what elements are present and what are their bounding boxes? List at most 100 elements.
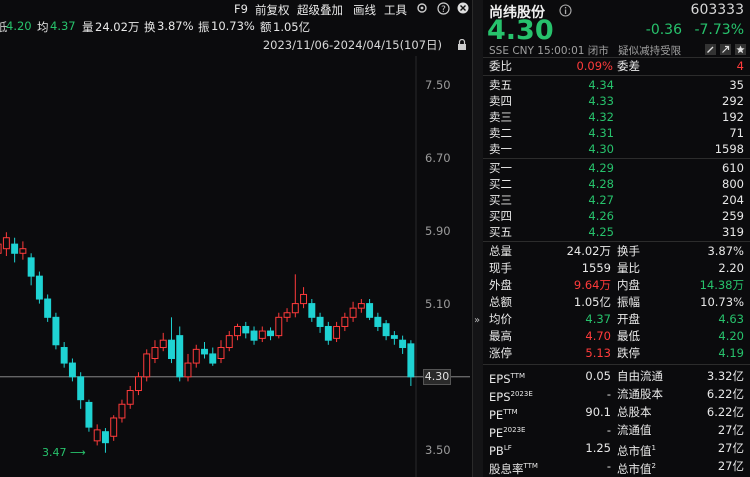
candle-body	[176, 335, 184, 378]
candle-body	[44, 298, 52, 318]
stat-value: 24.02万	[566, 244, 611, 258]
divider	[483, 241, 750, 242]
vol-label: 量	[82, 20, 94, 34]
stat-label: 开盘	[617, 312, 640, 326]
f9-button[interactable]: F9	[234, 2, 248, 16]
amt-label: 额	[260, 20, 272, 34]
candle-body	[101, 431, 109, 444]
lock-icon[interactable]	[456, 39, 468, 50]
y-tick: 6.70	[425, 151, 451, 165]
stat-label: 外盘	[489, 278, 512, 292]
ask-volume: 192	[722, 110, 744, 124]
fund-label: 总市值1	[617, 443, 656, 458]
candle-body	[68, 362, 76, 378]
chevron-right-icon: »	[474, 315, 481, 326]
price-change-pct: -7.73%	[694, 22, 744, 38]
ask-row[interactable]: 卖四 4.33 292	[489, 93, 744, 109]
fund-row: PETTM 90.1 总股本 6.22亿	[489, 404, 744, 422]
stat-value: 4.63	[718, 312, 744, 326]
amp-label: 振	[198, 20, 210, 34]
stat-value: 1.05亿	[573, 295, 611, 309]
svg-text:?: ?	[441, 5, 446, 15]
candle-body	[192, 348, 200, 364]
ask-row[interactable]: 卖三 4.32 192	[489, 109, 744, 125]
fund-value: 0.05	[585, 369, 611, 383]
bid-row[interactable]: 买五 4.25 319	[489, 224, 744, 240]
edit-icon[interactable]	[705, 44, 716, 55]
candle-body	[225, 335, 233, 349]
fund-row: EPSTTM 0.05 自由流通 3.32亿	[489, 368, 744, 386]
star-icon[interactable]	[735, 44, 746, 55]
quote-time: 15:00:01	[537, 45, 585, 57]
share-icon[interactable]	[720, 44, 731, 55]
stat-label: 振幅	[617, 295, 640, 309]
stat-value: 3.87%	[707, 244, 744, 258]
candle-body	[250, 330, 258, 341]
fund-value: 3.32亿	[706, 369, 744, 383]
candle-body	[77, 376, 85, 401]
ask-label: 卖二	[489, 126, 512, 140]
fund-row: PBLF 1.25 总市值1 27亿	[489, 440, 744, 458]
bid-price: 4.25	[588, 225, 614, 239]
bid-price: 4.29	[588, 161, 614, 175]
candle-body	[267, 330, 275, 337]
close-icon[interactable]	[457, 2, 469, 14]
stat-label: 换手	[617, 244, 640, 258]
fund-value: -	[606, 387, 611, 401]
turnover-value: 3.87%	[157, 19, 194, 33]
y-tick: 5.10	[425, 297, 451, 311]
stat-value: 5.13	[585, 346, 611, 360]
candle-body	[357, 303, 365, 309]
ask-price: 4.33	[588, 94, 614, 108]
kline-chart[interactable]	[0, 0, 472, 477]
candle-body	[143, 353, 151, 378]
info-icon[interactable]	[559, 4, 572, 17]
y-tick: 5.90	[425, 224, 451, 238]
candle-body	[283, 312, 291, 318]
ask-volume: 71	[729, 126, 744, 140]
stat-label: 最低	[617, 329, 640, 343]
candle-body	[300, 293, 308, 305]
order-ratio-row: 委比 0.09% 委差 4	[489, 58, 744, 74]
ask-row[interactable]: 卖五 4.34 35	[489, 77, 744, 93]
avg-label: 均	[37, 20, 49, 34]
bid-price: 4.26	[588, 209, 614, 223]
order-diff-label: 委差	[617, 59, 640, 73]
draw-line-button[interactable]: 画线	[353, 2, 376, 18]
bid-row[interactable]: 买三 4.27 204	[489, 192, 744, 208]
fund-row: PE2023E - 流通值 27亿	[489, 422, 744, 440]
fund-label: PETTM	[489, 407, 518, 422]
bid-label: 买五	[489, 225, 512, 239]
bid-row[interactable]: 买二 4.28 800	[489, 176, 744, 192]
overlay-button[interactable]: 超级叠加	[297, 2, 343, 18]
bid-row[interactable]: 买四 4.26 259	[489, 208, 744, 224]
candle-body	[2, 237, 10, 250]
bid-volume: 800	[722, 177, 744, 191]
bid-price: 4.27	[588, 193, 614, 207]
fund-value: -	[606, 459, 611, 473]
divider	[483, 75, 750, 76]
date-range-label[interactable]: 2023/11/06-2024/04/15(107日)	[263, 37, 442, 53]
bid-price: 4.28	[588, 177, 614, 191]
ask-label: 卖三	[489, 110, 512, 124]
ask-row[interactable]: 卖一 4.30 1598	[489, 141, 744, 157]
order-ratio-value: 0.09%	[576, 59, 613, 73]
ask-price: 4.32	[588, 110, 614, 124]
adjust-button[interactable]: 前复权	[255, 2, 290, 18]
ask-volume: 1598	[714, 142, 744, 156]
bid-row[interactable]: 买一 4.29 610	[489, 160, 744, 176]
tools-button[interactable]: 工具	[384, 2, 407, 18]
kline-chart-pane[interactable]: F9 前复权 超级叠加 画线 工具 ? 低 4.20 均 4.37 量 24.0…	[0, 0, 472, 477]
help-icon[interactable]: ?	[437, 2, 450, 15]
fund-label: 总市值2	[617, 461, 656, 476]
candle-body	[291, 303, 299, 314]
candle-body	[390, 335, 398, 339]
divider	[483, 158, 750, 159]
stats-row: 最高 4.70 最低 4.20	[489, 328, 744, 344]
fund-label: PBLF	[489, 443, 512, 458]
gear-icon[interactable]	[416, 2, 428, 14]
ask-row[interactable]: 卖二 4.31 71	[489, 125, 744, 141]
candle-body	[366, 303, 374, 318]
fund-value: -	[606, 423, 611, 437]
vol-value: 24.02万	[95, 20, 140, 34]
